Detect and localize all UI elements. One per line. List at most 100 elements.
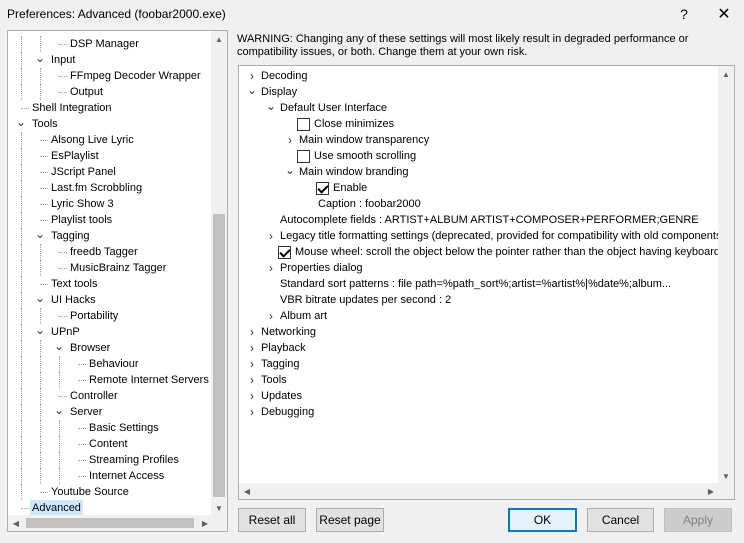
setting-tagging[interactable]: › Tagging xyxy=(239,356,719,372)
setting-playback[interactable]: › Playback xyxy=(239,340,719,356)
help-button[interactable]: ? xyxy=(664,0,704,27)
tree-item-ffmpeg-decoder-wrapper[interactable]: FFmpeg Decoder Wrapper xyxy=(8,68,213,84)
preferences-tree[interactable]: DSP Manager ⌄ Input FFmpeg Decoder Wrapper O… xyxy=(7,30,228,532)
setting-autocomplete-fields-artist-album-artist-[interactable]: Autocomplete fields : ARTIST+ALBUM ARTIS… xyxy=(239,212,719,228)
chevron-right-icon[interactable]: › xyxy=(247,372,257,388)
tree-item-streaming-profiles[interactable]: Streaming Profiles xyxy=(8,452,213,468)
chevron-right-icon[interactable]: › xyxy=(266,308,276,324)
setting-networking[interactable]: › Networking xyxy=(239,324,719,340)
tree-item-remote-internet-servers[interactable]: Remote Internet Servers xyxy=(8,372,213,388)
setting-display[interactable]: ⌄ Display xyxy=(239,82,719,100)
tree-guide-line xyxy=(78,476,86,477)
tree-item-controller[interactable]: Controller xyxy=(8,388,213,404)
setting-album-art[interactable]: › Album art xyxy=(239,308,719,324)
setting-standard-sort-patterns-file-path-path-so[interactable]: Standard sort patterns : file path=%path… xyxy=(239,276,719,292)
chevron-right-icon[interactable]: › xyxy=(247,324,257,340)
tree-item-tools[interactable]: ⌄ Tools xyxy=(8,114,213,132)
tree-guide-line xyxy=(21,452,22,468)
tree-guide-line xyxy=(21,36,22,52)
tree-item-basic-settings[interactable]: Basic Settings xyxy=(8,420,213,436)
tree-item-internet-access[interactable]: Internet Access xyxy=(8,468,213,484)
chevron-right-icon[interactable]: › xyxy=(247,388,257,404)
apply-button[interactable]: Apply xyxy=(664,508,732,532)
setting-use-smooth-scrolling[interactable]: Use smooth scrolling xyxy=(239,148,719,164)
setting-close-minimizes[interactable]: Close minimizes xyxy=(239,116,719,132)
chevron-right-icon[interactable]: › xyxy=(247,356,257,372)
setting-updates[interactable]: › Updates xyxy=(239,388,719,404)
chevron-down-icon[interactable]: ⌄ xyxy=(35,226,45,242)
chevron-down-icon[interactable]: ⌄ xyxy=(247,82,257,98)
chevron-right-icon[interactable]: › xyxy=(285,132,295,148)
setting-main-window-transparency[interactable]: › Main window transparency xyxy=(239,132,719,148)
advanced-settings-tree[interactable]: › Decoding ⌄ Display ⌄ Default User Interface… xyxy=(238,65,735,500)
chevron-down-icon[interactable]: ⌄ xyxy=(54,402,64,418)
scroll-left-arrow-icon[interactable]: ◀ xyxy=(8,515,24,531)
warning-text: WARNING: Changing any of these settings … xyxy=(237,33,689,58)
checkbox[interactable] xyxy=(297,150,310,163)
advanced-tree-vscrollbar[interactable]: ▲ ▼ xyxy=(718,66,734,484)
checkbox[interactable] xyxy=(297,118,310,131)
setting-enable[interactable]: Enable xyxy=(239,180,719,196)
setting-main-window-branding[interactable]: ⌄ Main window branding xyxy=(239,162,719,180)
tree-item-last-fm-scrobbling[interactable]: Last.fm Scrobbling xyxy=(8,180,213,196)
ok-button[interactable]: OK xyxy=(508,508,577,532)
tree-item-input[interactable]: ⌄ Input xyxy=(8,50,213,68)
chevron-down-icon[interactable]: ⌄ xyxy=(285,162,295,178)
tree-item-freedb-tagger[interactable]: freedb Tagger xyxy=(8,244,213,260)
tree-item-upnp[interactable]: ⌄ UPnP xyxy=(8,322,213,340)
setting-mouse-wheel-scroll-the-object-below-the-[interactable]: Mouse wheel: scroll the object below the… xyxy=(239,244,732,260)
chevron-down-icon[interactable]: ⌄ xyxy=(54,338,64,354)
preferences-tree-hscrollbar[interactable]: ◀ ▶ xyxy=(8,515,213,531)
scroll-down-arrow-icon[interactable]: ▼ xyxy=(718,468,734,484)
tree-item-lyric-show-3[interactable]: Lyric Show 3 xyxy=(8,196,213,212)
cancel-button[interactable]: Cancel xyxy=(587,508,654,532)
setting-decoding[interactable]: › Decoding xyxy=(239,68,719,84)
tree-item-advanced[interactable]: Advanced xyxy=(8,500,213,516)
chevron-right-icon[interactable]: › xyxy=(266,228,276,244)
chevron-down-icon[interactable]: ⌄ xyxy=(35,290,45,306)
tree-item-shell-integration[interactable]: Shell Integration xyxy=(8,100,213,116)
tree-item-behaviour[interactable]: Behaviour xyxy=(8,356,213,372)
advanced-tree-hscrollbar[interactable]: ◀ ▶ xyxy=(239,483,719,499)
chevron-right-icon[interactable]: › xyxy=(247,340,257,356)
chevron-down-icon[interactable]: ⌄ xyxy=(35,322,45,338)
tree-item-content[interactable]: Content xyxy=(8,436,213,452)
tree-item-tagging[interactable]: ⌄ Tagging xyxy=(8,226,213,244)
tree-item-musicbrainz-tagger[interactable]: MusicBrainz Tagger xyxy=(8,260,213,276)
close-button[interactable]: ✕ xyxy=(704,0,744,27)
chevron-down-icon[interactable]: ⌄ xyxy=(266,98,276,114)
preferences-tree-vscrollbar[interactable]: ▲ ▼ xyxy=(211,31,227,516)
scroll-left-arrow-icon[interactable]: ◀ xyxy=(239,483,255,499)
scroll-right-arrow-icon[interactable]: ▶ xyxy=(703,483,719,499)
tree-item-label: Remote Internet Servers xyxy=(89,374,209,386)
tree-item-server[interactable]: ⌄ Server xyxy=(8,402,213,420)
tree-item-youtube-source[interactable]: Youtube Source xyxy=(8,484,213,500)
hscroll-thumb[interactable] xyxy=(26,518,194,528)
checkbox[interactable] xyxy=(278,246,291,259)
scroll-up-arrow-icon[interactable]: ▲ xyxy=(211,31,227,47)
tree-item-jscript-panel[interactable]: JScript Panel xyxy=(8,164,213,180)
chevron-right-icon[interactable]: › xyxy=(247,404,257,420)
setting-legacy-title-formatting-settings-depreca[interactable]: › Legacy title formatting settings (depre… xyxy=(239,228,734,244)
setting-properties-dialog[interactable]: › Properties dialog xyxy=(239,260,719,276)
tree-item-esplaylist[interactable]: EsPlaylist xyxy=(8,148,213,164)
checkbox[interactable] xyxy=(316,182,329,195)
setting-vbr-bitrate-updates-per-second-2[interactable]: VBR bitrate updates per second : 2 xyxy=(239,292,719,308)
tree-item-output[interactable]: Output xyxy=(8,84,213,100)
setting-caption-foobar2000[interactable]: Caption : foobar2000 xyxy=(239,196,719,212)
setting-debugging[interactable]: › Debugging xyxy=(239,404,719,420)
chevron-down-icon[interactable]: ⌄ xyxy=(35,50,45,66)
scroll-up-arrow-icon[interactable]: ▲ xyxy=(718,66,734,82)
tree-item-ui-hacks[interactable]: ⌄ UI Hacks xyxy=(8,290,213,308)
chevron-down-icon[interactable]: ⌄ xyxy=(16,114,26,130)
tree-item-alsong-live-lyric[interactable]: Alsong Live Lyric xyxy=(8,132,213,148)
chevron-right-icon[interactable]: › xyxy=(266,260,276,276)
setting-tools[interactable]: › Tools xyxy=(239,372,719,388)
reset-all-button[interactable]: Reset all xyxy=(238,508,306,532)
scroll-thumb[interactable] xyxy=(213,214,225,497)
setting-default-user-interface[interactable]: ⌄ Default User Interface xyxy=(239,98,719,116)
tree-item-browser[interactable]: ⌄ Browser xyxy=(8,338,213,356)
tree-item-label: Text tools xyxy=(51,278,98,290)
scroll-down-arrow-icon[interactable]: ▼ xyxy=(211,500,227,516)
reset-page-button[interactable]: Reset page xyxy=(316,508,384,532)
